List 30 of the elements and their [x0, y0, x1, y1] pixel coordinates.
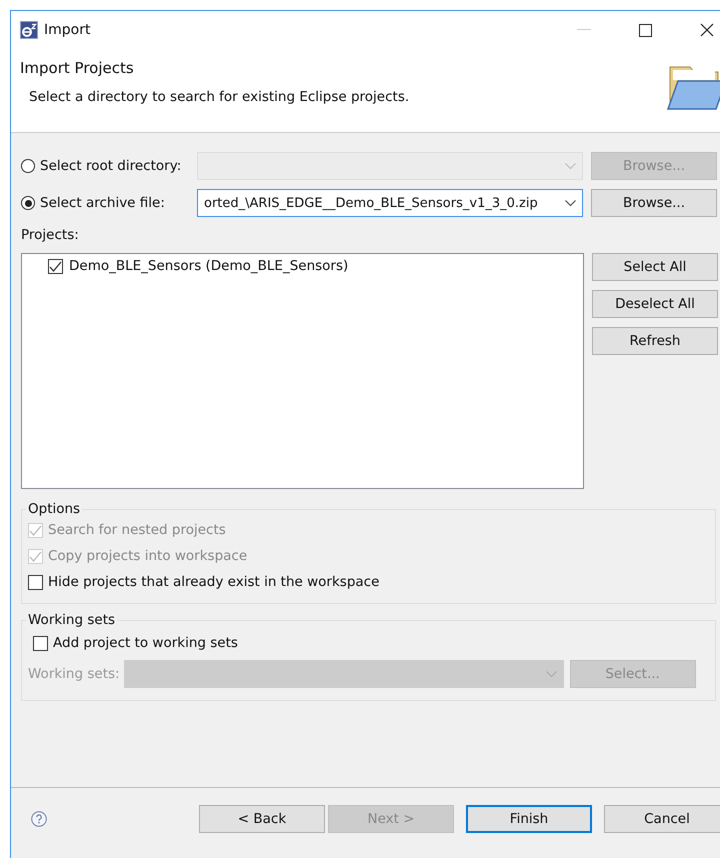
list-action-button[interactable]: Deselect All [592, 290, 718, 318]
page-title: Import Projects [20, 59, 135, 77]
close-icon[interactable] [700, 23, 714, 37]
list-action-button[interactable]: Select All [592, 253, 718, 281]
option-label: Add project to working sets [53, 635, 238, 651]
field-label: Working sets: [28, 666, 120, 682]
projects-label: Projects: [21, 227, 80, 243]
window-title: Import [44, 22, 90, 38]
chevron-icon [565, 200, 576, 206]
checkbox[interactable] [28, 574, 43, 590]
radio-button[interactable]: Select archive file: [21, 195, 197, 211]
option-label: Hide projects that already exist in the workspace [48, 574, 380, 590]
option-label: Search for nested projects [48, 522, 226, 538]
chevron-icon [565, 162, 576, 170]
page-description: Select a directory to search for existing Eclipse projects. [28, 89, 410, 105]
radio-button[interactable]: Select root directory: [21, 158, 197, 174]
group-title: Options [27, 501, 82, 517]
app-icon [20, 21, 38, 39]
dialog-button[interactable]: < Back [199, 805, 325, 833]
maximize-icon[interactable] [639, 24, 652, 36]
group-title: Working sets [27, 612, 116, 628]
chevron-icon [546, 670, 557, 678]
dialog-button[interactable]: Finish [466, 805, 592, 833]
option-label: Copy projects into workspace [48, 548, 248, 564]
dialog-button[interactable]: Cancel [604, 805, 720, 833]
path-combo[interactable]: orted_\ARIS_EDGE__Demo_BLE_Sensors_v1_3_0.zip [197, 189, 583, 217]
browse-button[interactable]: Browse... [591, 189, 717, 217]
project-name[interactable]: Demo_BLE_Sensors (Demo_BLE_Sensors) [69, 258, 348, 274]
checkbox[interactable] [48, 258, 63, 274]
list-action-button[interactable]: Refresh [592, 327, 718, 355]
